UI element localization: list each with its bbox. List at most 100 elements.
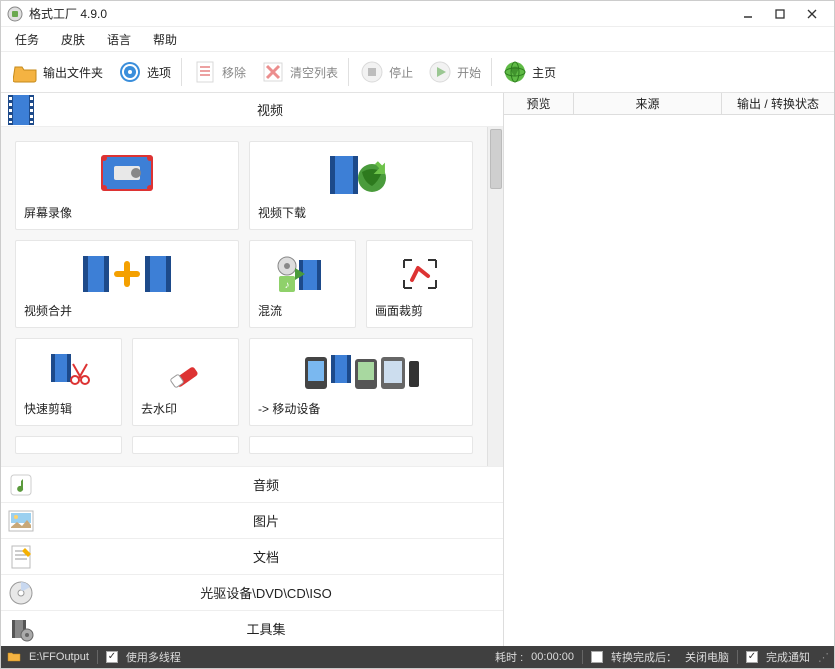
stop-icon [359,59,385,85]
tile-label: 屏幕录像 [24,204,230,221]
mobile-icon [258,349,464,394]
shutdown-checkbox[interactable] [591,651,603,663]
eraser-icon [141,349,230,394]
tile-label: 视频合并 [24,302,230,319]
stop-button[interactable]: 停止 [353,56,419,88]
mux-icon: ♪ [258,251,347,296]
category-optical-label: 光驱设备\DVD\CD\ISO [35,583,497,602]
app-window: 格式工厂 4.9.0 任务 皮肤 语言 帮助 输出文件夹 选项 移除 清空列表 [0,0,835,669]
clear-list-button[interactable]: 清空列表 [254,56,344,88]
disc-icon [7,579,35,607]
tile-mobile[interactable]: -> 移动设备 [249,338,473,426]
tile-partial[interactable] [132,436,239,454]
after-convert-label: 转换完成后： [611,649,677,665]
tile-label: 视频下载 [258,204,464,221]
elapsed-value: 00:00:00 [531,651,574,663]
scroll-track[interactable] [488,191,503,466]
output-folder-label: 输出文件夹 [43,64,103,81]
tile-partial[interactable] [249,436,473,454]
menu-skin[interactable]: 皮肤 [55,29,91,50]
window-title: 格式工厂 4.9.0 [29,5,732,22]
tile-label: 去水印 [141,400,230,417]
category-optical[interactable]: 光驱设备\DVD\CD\ISO [1,574,503,610]
status-separator [97,650,98,664]
menu-language[interactable]: 语言 [101,29,137,50]
tile-label: -> 移动设备 [258,400,464,417]
tile-partial[interactable] [15,436,122,454]
options-icon [117,59,143,85]
tile-remove-watermark[interactable]: 去水印 [132,338,239,426]
tile-label: 快速剪辑 [24,400,113,417]
minimize-button[interactable] [732,3,764,25]
play-icon [427,59,453,85]
notify-label: 完成通知 [766,649,810,665]
category-audio[interactable]: 音频 [1,466,503,502]
crop-icon [375,251,464,296]
tile-label: 混流 [258,302,347,319]
vertical-scrollbar[interactable] [487,127,503,466]
video-merge-icon [24,251,230,296]
task-list[interactable] [504,115,834,646]
status-bar: E:\FFOutput 使用多线程 耗时 : 00:00:00 转换完成后： 关… [1,646,834,668]
task-list-header: 预览 来源 输出 / 转换状态 [504,93,834,115]
homepage-label: 主页 [532,64,556,81]
tile-screen-record[interactable]: 屏幕录像 [15,141,239,230]
notify-checkbox[interactable] [746,651,758,663]
status-separator [737,650,738,664]
col-preview[interactable]: 预览 [504,93,574,114]
homepage-button[interactable]: 主页 [496,56,562,88]
options-label: 选项 [147,64,171,81]
tile-video-merge[interactable]: 视频合并 [15,240,239,328]
category-document-label: 文档 [35,547,497,566]
category-toolset[interactable]: 工具集 [1,610,503,646]
menu-help[interactable]: 帮助 [147,29,183,50]
video-grid-wrap: 屏幕录像 视频下载 视频合 [1,127,503,466]
output-path[interactable]: E:\FFOutput [29,651,89,663]
video-grid: 屏幕录像 视频下载 视频合 [1,127,487,454]
maximize-button[interactable] [764,3,796,25]
shutdown-label[interactable]: 关闭电脑 [685,649,729,665]
category-audio-label: 音频 [35,475,497,494]
col-source[interactable]: 来源 [574,93,722,114]
toolbar-separator [181,58,182,86]
menu-bar: 任务 皮肤 语言 帮助 [1,27,834,51]
category-image-label: 图片 [35,511,497,530]
tile-crop[interactable]: 画面裁剪 [366,240,473,328]
output-folder-button[interactable]: 输出文件夹 [7,56,109,88]
svg-text:♪: ♪ [284,280,289,291]
start-label: 开始 [457,64,481,81]
app-icon [7,6,23,22]
video-download-icon [258,152,464,198]
toolbar-separator [348,58,349,86]
video-grid-scroll: 屏幕录像 视频下载 视频合 [1,127,487,466]
music-icon [7,471,35,499]
content-area: 视频 屏幕录像 [1,93,834,646]
options-button[interactable]: 选项 [111,56,177,88]
close-button[interactable] [796,3,828,25]
globe-icon [502,59,528,85]
col-status[interactable]: 输出 / 转换状态 [722,93,834,114]
multithread-checkbox[interactable] [106,651,118,663]
folder-icon [13,59,39,85]
category-image[interactable]: 图片 [1,502,503,538]
category-document[interactable]: 文档 [1,538,503,574]
resize-grip[interactable]: ⋰ [818,651,828,664]
gear-video-icon [7,615,35,643]
tile-video-download[interactable]: 视频下载 [249,141,473,230]
start-button[interactable]: 开始 [421,56,487,88]
tile-mux[interactable]: ♪ 混流 [249,240,356,328]
category-toolset-label: 工具集 [35,619,497,638]
clear-icon [260,59,286,85]
tile-fast-clip[interactable]: 快速剪辑 [15,338,122,426]
tile-label: 画面裁剪 [375,302,464,319]
scroll-thumb[interactable] [490,129,502,189]
video-icon [7,96,35,124]
toolbar-separator [491,58,492,86]
remove-button[interactable]: 移除 [186,56,252,88]
category-video-header[interactable]: 视频 [1,93,503,127]
menu-task[interactable]: 任务 [9,29,45,50]
toolbar: 输出文件夹 选项 移除 清空列表 停止 开始 主页 [1,51,834,93]
multithread-label: 使用多线程 [126,649,181,665]
right-panel: 预览 来源 输出 / 转换状态 [504,93,834,646]
category-video-label: 视频 [43,100,497,119]
